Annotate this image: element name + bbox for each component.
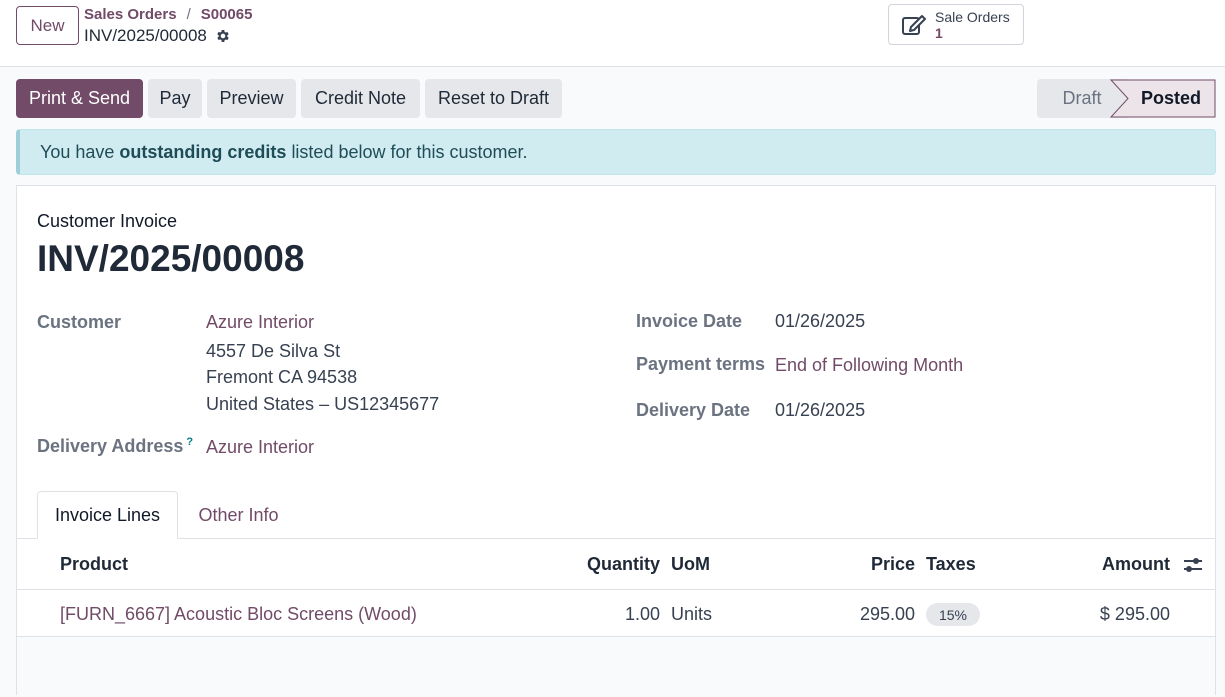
line-price[interactable]: 295.00 [860,604,915,625]
column-taxes[interactable]: Taxes [926,554,976,575]
breadcrumb-separator: / [186,6,191,23]
customer-field[interactable]: Azure Interior [206,312,314,333]
record-title-text: INV/2025/00008 [84,26,207,45]
invoice-number: INV/2025/00008 [37,238,305,279]
address-line-3: United States – US12345677 [206,394,440,414]
reset-to-draft-button[interactable]: Reset to Draft [425,79,562,118]
invoice-date-label: Invoice Date [636,311,743,331]
pay-button[interactable]: Pay [148,79,202,118]
sale-orders-smart-button[interactable]: Sale Orders 1 [888,4,1024,45]
line-uom[interactable]: Units [671,604,712,625]
form-sheet: Customer Invoice INV/2025/00008 Customer… [16,185,1216,697]
tax-badge[interactable]: 15% [926,603,980,626]
delivery-date-label: Delivery Date [636,400,751,420]
edit-icon [902,14,926,35]
column-price[interactable]: Price [871,554,915,575]
tab-invoice-lines[interactable]: Invoice Lines [37,491,178,539]
status-bar: Draft Posted [1037,79,1216,118]
address-line-2: Fremont CA 94538 [206,367,358,387]
column-product[interactable]: Product [60,554,128,575]
line-amount: $ 295.00 [1099,604,1170,624]
breadcrumb-sale-order[interactable]: S00065 [201,6,253,23]
column-uom[interactable]: UoM [671,554,710,575]
address-line-1: 4557 De Silva St [206,341,341,361]
header-divider [17,589,1215,590]
credit-note-button[interactable]: Credit Note [301,79,420,118]
tab-divider [17,538,1215,539]
control-panel: New Sales Orders / S00065 INV/2025/00008… [0,0,1225,67]
smart-button-count: 1 [935,24,943,41]
delivery-address-label-text: Delivery Address [37,436,184,456]
delivery-address-field[interactable]: Azure Interior [206,437,314,458]
customer-label: Customer [37,312,122,332]
line-product[interactable]: [FURN_6667] Acoustic Bloc Screens (Wood) [60,604,417,625]
tab-other-info[interactable]: Other Info [198,491,279,539]
payment-terms-label: Payment terms [636,354,766,374]
print-send-button[interactable]: Print & Send [16,79,143,118]
payment-terms-field[interactable]: End of Following Month [775,355,963,376]
delivery-address-label: Delivery Address? [37,436,193,457]
record-title: INV/2025/00008 [84,26,231,46]
preview-button[interactable]: Preview [207,79,296,118]
help-tooltip-icon[interactable]: ? [186,436,193,448]
line-quantity[interactable]: 1.00 [625,604,660,625]
alert-suffix: listed below for this customer. [291,141,528,162]
alert-bold: outstanding credits [119,141,287,162]
column-quantity[interactable]: Quantity [587,554,660,575]
optional-columns-icon[interactable] [1183,556,1203,574]
gear-icon[interactable] [215,28,231,44]
invoice-date-field[interactable]: 01/26/2025 [775,311,865,332]
smart-button-label: Sale Orders [935,8,1010,25]
breadcrumb-sales-orders[interactable]: Sales Orders [84,6,177,23]
alert-prefix: You have [40,141,115,162]
breadcrumb: Sales Orders / S00065 [84,6,252,23]
outstanding-credits-alert: You have outstanding credits listed belo… [16,129,1216,175]
column-amount[interactable]: Amount [1102,554,1170,575]
table-footer [17,637,1215,697]
document-type: Customer Invoice [37,211,178,231]
new-button[interactable]: New [16,6,79,45]
delivery-date-field[interactable]: 01/26/2025 [775,400,865,421]
status-posted[interactable]: Posted [1141,79,1201,118]
